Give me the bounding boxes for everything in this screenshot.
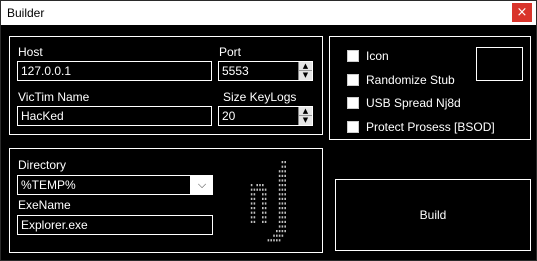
checkbox-label: Protect Prosess [BSOD] (366, 120, 495, 134)
victim-name-label: VicTim Name (18, 90, 90, 104)
build-button[interactable]: Build (335, 179, 531, 251)
checkbox-label: Randomize Stub (366, 73, 455, 87)
window-title: Builder (7, 6, 45, 20)
directory-label: Directory (18, 158, 67, 172)
exename-input[interactable]: Explorer.exe (17, 215, 213, 235)
exename-label: ExeName (18, 198, 71, 212)
checkbox-box[interactable] (347, 97, 359, 109)
checkbox-box[interactable] (347, 50, 359, 62)
usb-spread-checkbox[interactable]: USB Spread Nj8d (347, 95, 527, 111)
port-stepper[interactable]: 5553 ▲ ▼ (218, 61, 313, 81)
close-button[interactable]: × (512, 3, 532, 22)
keylogs-size-label: Size KeyLogs (223, 90, 297, 104)
builder-window: Builder × Host 127.0.0.1 Port 5553 ▲ ▼ V… (0, 0, 537, 261)
keylogs-stepper-arrows: ▲ ▼ (298, 107, 312, 125)
keylogs-size-stepper[interactable]: 20 ▲ ▼ (218, 106, 313, 126)
host-input[interactable]: 127.0.0.1 (17, 61, 212, 81)
port-label: Port (219, 45, 242, 59)
njrat-logo-icon (250, 161, 286, 242)
port-stepper-arrows: ▲ ▼ (298, 62, 312, 80)
checkbox-label: Icon (366, 49, 389, 63)
directory-select[interactable]: %TEMP% ⌵ (17, 175, 213, 195)
chevron-down-icon[interactable]: ⌵ (192, 176, 212, 194)
checkbox-box[interactable] (347, 121, 359, 133)
protect-process-checkbox[interactable]: Protect Prosess [BSOD] (347, 119, 527, 135)
spin-up-icon[interactable]: ▲ (299, 62, 312, 71)
checkbox-label: USB Spread Nj8d (366, 96, 461, 110)
port-value: 5553 (222, 64, 249, 78)
host-label: Host (18, 45, 43, 59)
close-icon: × (516, 5, 528, 20)
spin-down-icon[interactable]: ▼ (299, 71, 312, 80)
icon-preview-box[interactable] (476, 47, 523, 81)
spin-down-icon[interactable]: ▼ (299, 116, 312, 125)
spin-up-icon[interactable]: ▲ (299, 107, 312, 116)
victim-name-input[interactable]: HacKed (17, 106, 212, 126)
title-bar: Builder × (1, 1, 536, 25)
directory-selected-value: %TEMP% (18, 176, 190, 194)
keylogs-size-value: 20 (222, 109, 236, 123)
checkbox-box[interactable] (347, 74, 359, 86)
